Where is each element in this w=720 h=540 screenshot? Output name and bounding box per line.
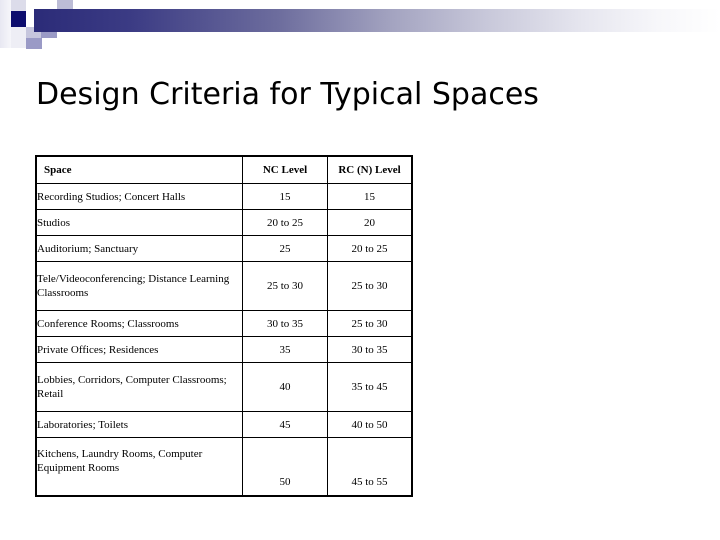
table-row: Laboratories; Toilets 45 40 to 50 (36, 411, 412, 438)
design-criteria-table-container: Space NC Level RC (N) Level Recording St… (35, 155, 413, 497)
table-row: Kitchens, Laundry Rooms, Computer Equipm… (36, 437, 412, 496)
cell-nc-level: 25 (242, 235, 328, 262)
page-title: Design Criteria for Typical Spaces (36, 77, 539, 112)
table-row: Tele/Videoconferencing; Distance Learnin… (36, 261, 412, 311)
cell-rc-n-level: 40 to 50 (327, 411, 412, 438)
cell-space: Auditorium; Sanctuary (36, 235, 243, 262)
design-criteria-table: Space NC Level RC (N) Level Recording St… (35, 155, 413, 497)
cell-rc-n-level: 25 to 30 (327, 310, 412, 337)
accent-square-mid-4 (26, 38, 42, 49)
table-row: Conference Rooms; Classrooms 30 to 35 25 t… (36, 310, 412, 337)
accent-square-pale-3 (11, 27, 26, 48)
accent-square-pale-1 (0, 0, 11, 48)
cell-nc-level: 40 (242, 362, 328, 412)
cell-rc-n-level: 30 to 35 (327, 336, 412, 363)
cell-rc-n-level: 20 (327, 209, 412, 236)
cell-nc-level: 50 (242, 437, 328, 496)
header-gradient-bar (34, 9, 720, 32)
cell-nc-level: 30 to 35 (242, 310, 328, 337)
cell-nc-level: 25 to 30 (242, 261, 328, 311)
cell-nc-level: 15 (242, 183, 328, 210)
table-row: Private Offices; Residences 35 30 to 35 (36, 336, 412, 363)
cell-nc-level: 20 to 25 (242, 209, 328, 236)
cell-rc-n-level: 25 to 30 (327, 261, 412, 311)
column-header-nc-level: NC Level (242, 156, 328, 184)
slide-header-banner (0, 0, 720, 60)
cell-space: Kitchens, Laundry Rooms, Computer Equipm… (36, 437, 243, 496)
cell-nc-level: 35 (242, 336, 328, 363)
cell-space: Lobbies, Corridors, Computer Classrooms;… (36, 362, 243, 412)
cell-space: Tele/Videoconferencing; Distance Learnin… (36, 261, 243, 311)
cell-rc-n-level: 35 to 45 (327, 362, 412, 412)
table-row: Lobbies, Corridors, Computer Classrooms;… (36, 362, 412, 412)
cell-space: Conference Rooms; Classrooms (36, 310, 243, 337)
cell-space: Laboratories; Toilets (36, 411, 243, 438)
column-header-rc-n-level: RC (N) Level (327, 156, 412, 184)
cell-rc-n-level: 20 to 25 (327, 235, 412, 262)
column-header-space: Space (36, 156, 243, 184)
cell-rc-n-level: 45 to 55 (327, 437, 412, 496)
cell-nc-level: 45 (242, 411, 328, 438)
table-row: Auditorium; Sanctuary 25 20 to 25 (36, 235, 412, 262)
table-header-row: Space NC Level RC (N) Level (36, 156, 412, 184)
table-row: Studios 20 to 25 20 (36, 209, 412, 236)
cell-space: Studios (36, 209, 243, 236)
cell-rc-n-level: 15 (327, 183, 412, 210)
accent-square-pale-2 (11, 0, 26, 11)
cell-space: Private Offices; Residences (36, 336, 243, 363)
table-body: Recording Studios; Concert Halls 15 15 Stud… (36, 183, 412, 496)
accent-square-mid-5 (57, 0, 73, 9)
table-row: Recording Studios; Concert Halls 15 15 (36, 183, 412, 210)
accent-square-navy (11, 11, 26, 27)
cell-space: Recording Studios; Concert Halls (36, 183, 243, 210)
